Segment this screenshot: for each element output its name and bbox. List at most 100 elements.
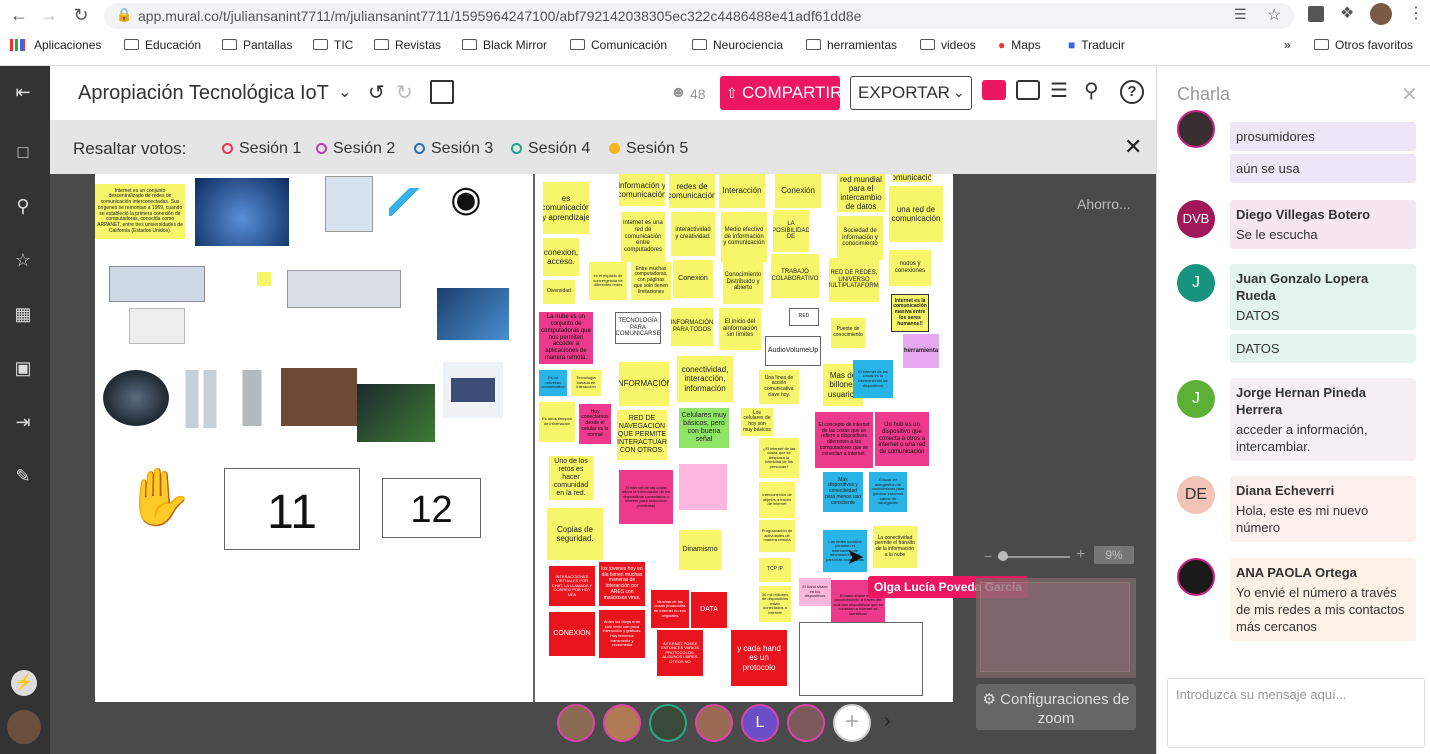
sticky-note[interactable]: Los celulares de hoy son muy básicos xyxy=(741,408,773,436)
sticky-note[interactable]: TECNOLOGÍA PARA COMUNICARSE xyxy=(615,312,661,344)
export-button[interactable]: EXPORTAR ⌄ xyxy=(850,76,972,110)
sticky-note[interactable]: Educar en autogestión de conocimiento pa… xyxy=(869,472,907,512)
bookmark-otros-favoritos[interactable]: Otros favoritos xyxy=(1314,38,1413,52)
sticky-note[interactable]: CONEXIÓN xyxy=(549,612,595,656)
chevron-right-icon[interactable]: » xyxy=(1284,38,1291,52)
sticky-note[interactable]: y cada hand es un protocolo xyxy=(731,630,787,686)
sticky-note[interactable]: redes de comunicación xyxy=(669,174,715,208)
search-icon[interactable]: ⚲ xyxy=(10,194,36,218)
sticky-note[interactable]: El inicio del ainformación sin límites xyxy=(719,308,761,350)
participant-avatar[interactable] xyxy=(603,704,641,742)
sticky-note[interactable]: Diversidad xyxy=(543,280,575,304)
add-participant-button[interactable]: + xyxy=(833,704,871,742)
sticky-note[interactable]: Copias de seguridad. xyxy=(547,508,603,560)
star-icon[interactable]: ☆ xyxy=(1267,5,1281,25)
extensions-icon[interactable]: ❖ xyxy=(1340,3,1354,23)
sticky-note[interactable]: información y comunicación xyxy=(619,174,665,206)
chevron-right-icon[interactable]: › xyxy=(884,710,891,733)
bookmark-traducir[interactable]: ■ Traducir xyxy=(1068,38,1125,52)
sticky-note[interactable]: TCP IP xyxy=(759,558,791,582)
user-avatar[interactable] xyxy=(7,710,41,744)
sticky-note[interactable]: Puente de conocimiento xyxy=(831,318,865,348)
participant-avatar[interactable] xyxy=(649,704,687,742)
mobile-phone-image[interactable] xyxy=(233,370,271,426)
minimap[interactable] xyxy=(976,578,1136,678)
back-icon[interactable]: ← xyxy=(8,4,30,26)
world-network-image[interactable] xyxy=(195,178,289,246)
outline-icon[interactable] xyxy=(430,80,454,104)
session-5-toggle[interactable]: Sesión 5 xyxy=(609,140,688,158)
grid-icon[interactable]: ▦ xyxy=(10,302,36,326)
share-button[interactable]: ⇧ COMPARTIR xyxy=(720,76,842,110)
sticky-note[interactable]: interactividad y creatividad. xyxy=(671,212,715,256)
sticky-note[interactable]: Es otros tiempos de información xyxy=(539,402,575,442)
sticky-note[interactable]: AudioVolumeUp xyxy=(765,336,821,366)
profile-avatar[interactable] xyxy=(1370,3,1392,25)
session-4-toggle[interactable]: Sesión 4 xyxy=(511,140,590,158)
sticky-note[interactable]: red mundial para el intercambio de datos xyxy=(837,174,885,212)
sticky-note[interactable]: Programación de actividades de manera re… xyxy=(759,520,795,552)
bookmark-herramientas[interactable]: herramientas xyxy=(806,38,897,52)
sticky-note[interactable]: La nube es un conjunto de computadoras q… xyxy=(539,312,593,364)
number-card[interactable]: 11 xyxy=(224,468,360,550)
sticky-note[interactable]: RED DE NAVEGACIÓN QUE PERMITE INTERACTUA… xyxy=(617,410,667,460)
sticky-note[interactable]: Dinamismo xyxy=(679,530,721,570)
sticky-note[interactable]: Antes los blogs eran solo texto con poca… xyxy=(599,610,645,658)
mural-title[interactable]: Apropiación Tecnológica IoT xyxy=(78,82,329,105)
zoom-in-icon[interactable]: + xyxy=(1076,546,1085,564)
photo-image[interactable] xyxy=(281,368,357,426)
forward-icon[interactable]: → xyxy=(38,4,60,26)
close-icon[interactable]: ✕ xyxy=(1124,134,1142,160)
zoom-settings-button[interactable]: ⚙ Configuraciones de zoom xyxy=(976,684,1136,730)
sticky-note[interactable]: Muchas de las cosas producidas en Intern… xyxy=(651,590,689,628)
collapse-icon[interactable]: ⇤ xyxy=(10,80,36,104)
sticky-note[interactable]: Tecnología basada en interacción xyxy=(571,370,601,396)
participant-avatar-l[interactable]: L xyxy=(741,704,779,742)
redo-icon[interactable]: ↻ xyxy=(396,80,413,105)
sticky-note[interactable]: TRABAJO COLABORATIVO xyxy=(771,254,819,298)
mobile-phone-image[interactable] xyxy=(103,370,169,426)
board-area[interactable]: Internet es un conjunto descentralizado … xyxy=(95,174,953,702)
chat-input[interactable]: Introduzca su mensaje aquí... xyxy=(1167,678,1425,748)
sticky-note[interactable]: es comunicación y aprendizaje xyxy=(543,182,589,234)
help-icon[interactable]: ? xyxy=(1120,80,1144,104)
address-bar[interactable]: 🔒 app.mural.co/t/juliansanint7711/m/juli… xyxy=(104,3,1294,29)
sticky-note[interactable]: El internet de las cosas es la intercone… xyxy=(853,360,893,398)
bookmark-comunicacion[interactable]: Comunicación xyxy=(570,38,667,52)
sticky-note[interactable]: La conectividad permite el tránsito de l… xyxy=(873,526,917,568)
search-icon[interactable]: ⚲ xyxy=(1084,78,1099,103)
sticky-note[interactable]: Uno de los retos es hacer comunidad en l… xyxy=(549,456,593,500)
empty-card[interactable] xyxy=(799,622,923,696)
sticky-note[interactable]: El concepto de internet de las cosas que… xyxy=(815,412,873,468)
game-screenshot-image[interactable] xyxy=(357,384,435,442)
bookmark-revistas[interactable]: Revistas xyxy=(374,38,441,52)
bookmark-neurociencia[interactable]: Neurociencia xyxy=(692,38,783,52)
close-icon[interactable]: ✕ xyxy=(1401,82,1418,107)
mobile-phone-image[interactable] xyxy=(175,370,227,428)
sticky-note[interactable]: Internet es la comunicación masiva entre… xyxy=(891,294,929,332)
sticky-note[interactable]: Medio efectivo de información y comunica… xyxy=(721,212,767,262)
sticky-note[interactable]: INFORMACIÓN xyxy=(619,362,669,406)
sticky-note[interactable]: internet es una red de comunicación entr… xyxy=(621,212,665,262)
sticky-note[interactable]: El hand shake en los dispositivos xyxy=(799,578,831,606)
sticky-note[interactable]: Una línea de acción comunicativa clave h… xyxy=(759,370,799,404)
zoom-out-icon[interactable]: − xyxy=(984,548,992,564)
sticky-note[interactable]: ¿El internet de las cosas que se desplaz… xyxy=(759,438,799,478)
sticky-note[interactable]: Conocimiento Distribuido y abierto xyxy=(723,260,763,304)
laptops-network-image[interactable] xyxy=(437,288,509,340)
sticky-note[interactable]: nodos y conexiones xyxy=(889,250,931,286)
screenshot-image[interactable] xyxy=(287,270,401,308)
sticky-note[interactable]: DATA xyxy=(691,592,727,628)
sticky-note[interactable]: Conexión xyxy=(673,260,713,298)
sticky-note-empty[interactable] xyxy=(679,464,727,510)
sticky-note[interactable]: Más dispositivos y conectividad para men… xyxy=(823,472,863,512)
image-icon[interactable]: ▣ xyxy=(10,356,36,380)
sticky-note[interactable]: conectividad, interacción, información xyxy=(677,356,733,402)
number-card[interactable]: 12 xyxy=(382,478,481,538)
sticky-note[interactable]: INFORMACIÓN PARA TODOS xyxy=(671,308,713,346)
sticky-note[interactable]: herramienta xyxy=(903,334,939,368)
sticky-note[interactable]: es el espacio de convergencia de diferen… xyxy=(589,262,627,300)
bookmark-educacion[interactable]: Educación xyxy=(124,38,201,52)
yahoo-screenshot-image[interactable] xyxy=(129,308,185,344)
chevron-down-icon[interactable]: ⌄ xyxy=(338,82,351,102)
